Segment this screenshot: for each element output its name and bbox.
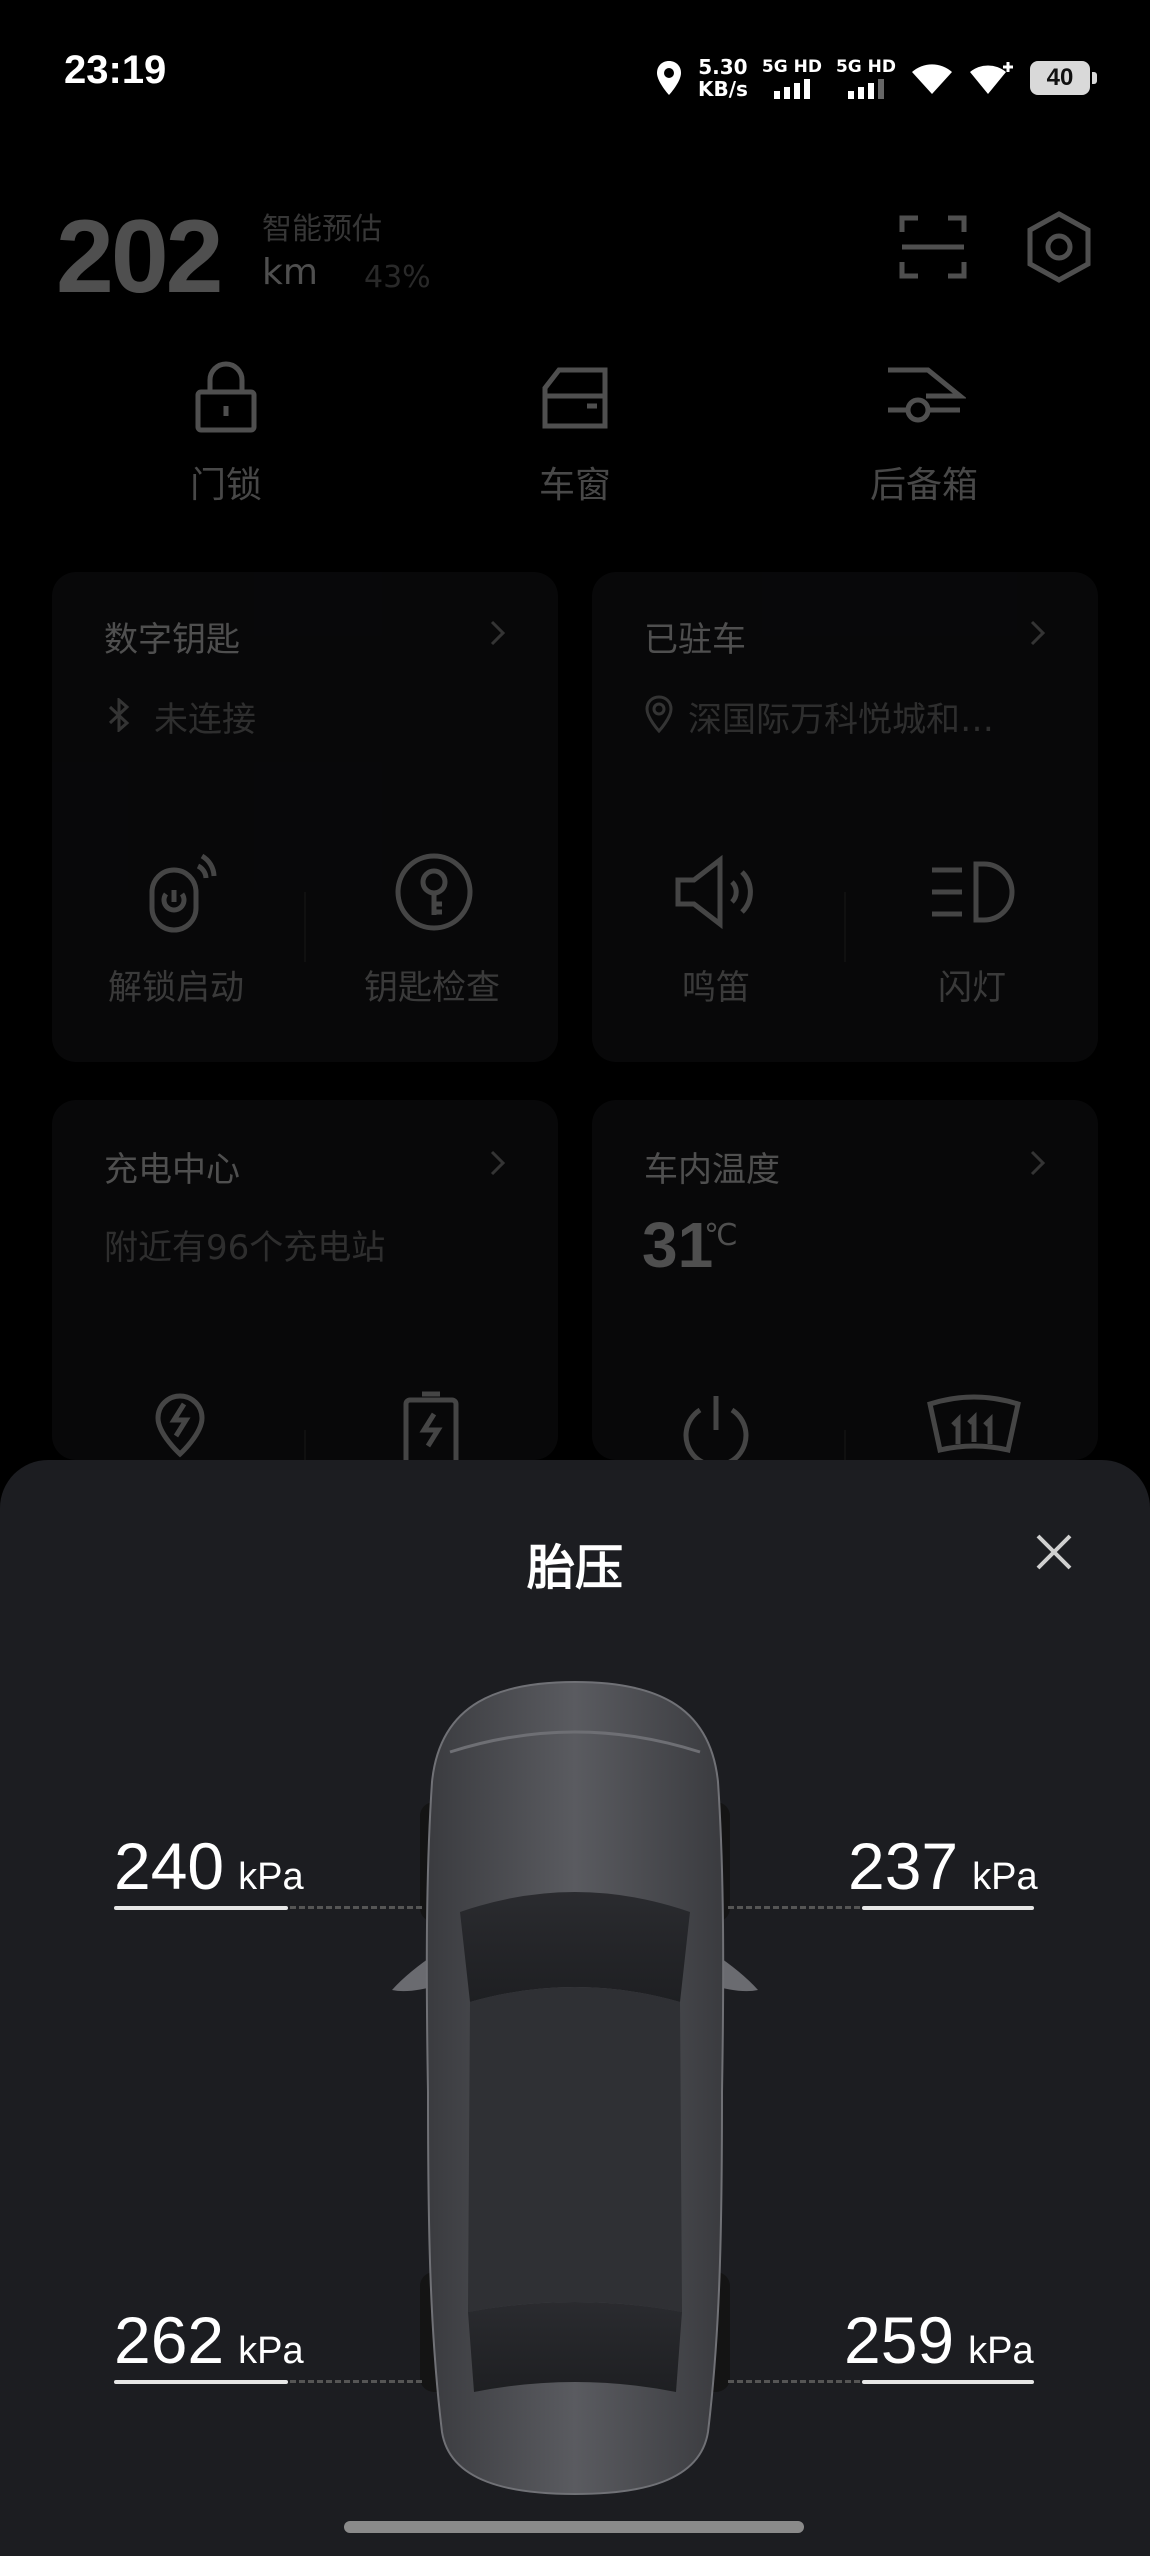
range-value: 202 — [56, 199, 224, 315]
cabin-temp-title: 车内温度 — [644, 1150, 780, 1190]
car-window-icon — [542, 367, 608, 429]
range-unit: km — [262, 252, 318, 293]
cabin-temp-value: 31 — [642, 1209, 714, 1281]
tire-front-right: 237 kPa — [848, 1828, 1038, 1904]
tire-leader-line — [728, 1906, 860, 1909]
key-check-action[interactable]: 钥匙检查 — [332, 850, 532, 1009]
chevron-right-icon — [490, 620, 506, 646]
car-top-view-image — [392, 1680, 758, 2496]
settings-hexagon-icon[interactable] — [1022, 210, 1096, 284]
quick-control-window[interactable]: 车窗 — [475, 360, 675, 508]
tire-pressure-unit: kPa — [972, 1856, 1038, 1898]
tire-front-left: 240 kPa — [114, 1828, 304, 1904]
bluetooth-icon — [108, 698, 130, 732]
sheet-title: 胎压 — [526, 1540, 623, 1596]
parked-location: 深国际万科悦城和… — [688, 700, 994, 740]
action-label: 鸣笛 — [682, 968, 750, 1008]
unlock-start-action[interactable]: 解锁启动 — [76, 850, 276, 1009]
charging-subtitle: 附近有96个充电站 — [104, 1228, 386, 1268]
digital-key-card[interactable]: 数字钥匙 未连接 解锁启动 钥匙检查 — [52, 572, 558, 1062]
action-label: 钥匙检查 — [364, 968, 500, 1008]
key-check-icon — [395, 853, 473, 931]
divider — [304, 1430, 306, 1460]
tire-underline — [862, 2380, 1034, 2384]
charging-title: 充电中心 — [104, 1150, 240, 1190]
tire-underline — [114, 1906, 288, 1910]
range-label: 智能预估 — [262, 212, 382, 247]
divider — [304, 892, 306, 962]
cabin-temperature-card[interactable]: 车内温度 31 ℃ — [592, 1100, 1098, 1460]
power-icon[interactable] — [676, 1390, 756, 1460]
unlock-start-icon — [149, 853, 217, 933]
flash-lights-action[interactable]: 闪灯 — [872, 850, 1072, 1009]
parked-card[interactable]: 已驻车 深国际万科悦城和… 鸣笛 闪灯 — [592, 572, 1098, 1062]
defrost-icon[interactable] — [924, 1390, 1024, 1460]
tire-leader-line — [728, 2380, 860, 2383]
tire-rear-left: 262 kPa — [114, 2302, 304, 2378]
tire-pressure-value: 237 — [848, 1829, 959, 1903]
action-label: 闪灯 — [938, 968, 1006, 1008]
location-pin-icon — [645, 695, 673, 734]
quick-control-label: 门锁 — [189, 465, 262, 506]
close-icon[interactable] — [1032, 1530, 1076, 1574]
charging-station-map-icon — [155, 1393, 205, 1458]
tire-pressure-unit: kPa — [238, 1856, 304, 1898]
tire-underline — [114, 2380, 288, 2384]
tire-pressure-value: 240 — [114, 1829, 225, 1903]
scan-icon[interactable] — [898, 212, 968, 282]
trunk-icon — [888, 367, 968, 423]
chevron-right-icon — [1030, 620, 1046, 646]
quick-control-label: 后备箱 — [869, 465, 978, 506]
chevron-right-icon — [1030, 1150, 1046, 1176]
action-label: 解锁启动 — [108, 968, 244, 1008]
tire-rear-right: 259 kPa — [844, 2302, 1034, 2378]
lock-icon — [195, 361, 257, 433]
divider — [844, 892, 846, 962]
background-vehicle-app: 202 智能预估 km 43% 门锁 车窗 后备箱 数字钥匙 未连接 解锁启动 … — [0, 0, 1150, 1460]
parked-title: 已驻车 — [644, 620, 746, 660]
tire-pressure-unit: kPa — [238, 2330, 304, 2372]
battery-percent: 43% — [364, 260, 431, 295]
tire-leader-line — [290, 1906, 422, 1909]
charging-battery-icon — [403, 1391, 459, 1460]
quick-control-label: 车窗 — [538, 465, 611, 506]
charging-center-card[interactable]: 充电中心 附近有96个充电站 — [52, 1100, 558, 1460]
headlight-icon — [932, 861, 1015, 923]
tire-pressure-value: 259 — [844, 2303, 955, 2377]
chevron-right-icon — [490, 1150, 506, 1176]
digital-key-status: 未连接 — [154, 700, 256, 740]
horn-icon — [675, 854, 753, 930]
cabin-temp-unit: ℃ — [704, 1218, 738, 1253]
home-indicator[interactable] — [344, 2521, 804, 2533]
tire-underline — [862, 1906, 1034, 1910]
quick-control-lock[interactable]: 门锁 — [126, 360, 326, 508]
tire-leader-line — [290, 2380, 422, 2383]
tire-pressure-unit: kPa — [968, 2330, 1034, 2372]
digital-key-title: 数字钥匙 — [104, 620, 240, 660]
divider — [844, 1430, 846, 1460]
horn-action[interactable]: 鸣笛 — [616, 850, 816, 1009]
tire-pressure-value: 262 — [114, 2303, 225, 2377]
quick-control-trunk[interactable]: 后备箱 — [824, 360, 1024, 508]
